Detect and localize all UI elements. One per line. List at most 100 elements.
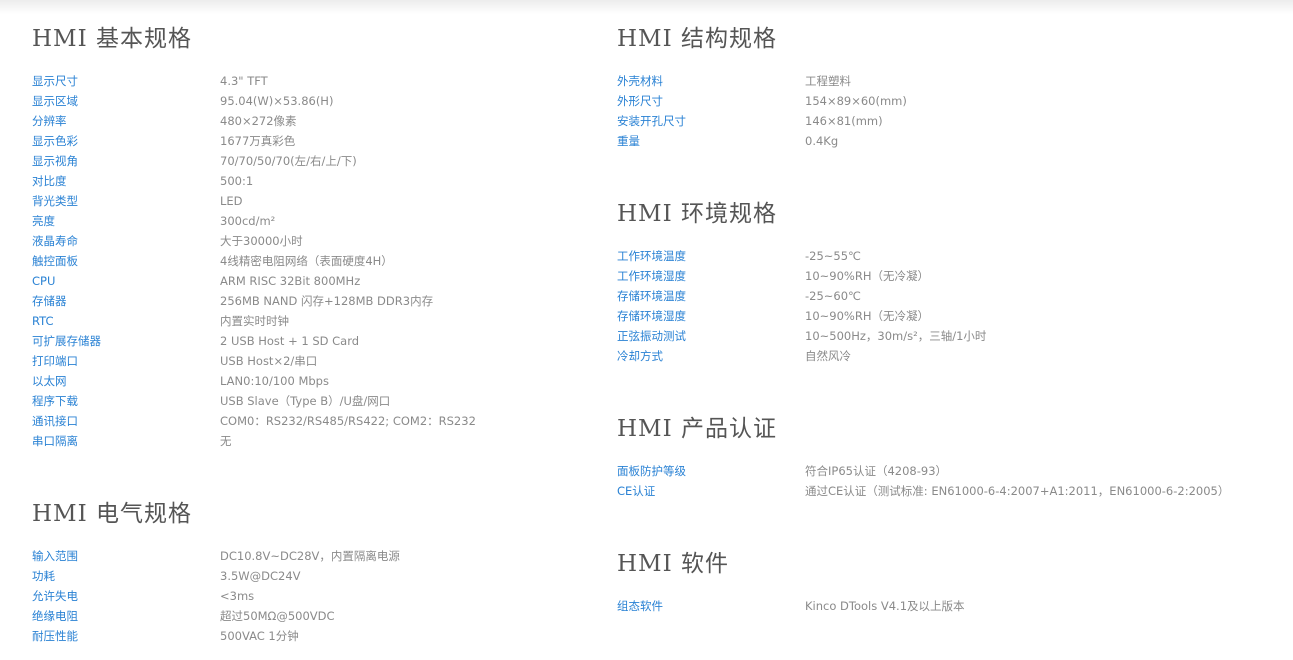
spec-row: 重量 0.4Kg bbox=[617, 131, 838, 151]
spec-label: 打印端口 bbox=[32, 354, 78, 368]
spec-row: 程序下载 USB Slave（Type B）/U盘/网口 bbox=[32, 391, 390, 411]
spec-value: 480×272像素 bbox=[220, 114, 297, 128]
spec-label: 存储器 bbox=[32, 294, 67, 308]
spec-label: RTC bbox=[32, 314, 54, 328]
spec-value: COM0：RS232/RS485/RS422; COM2：RS232 bbox=[220, 414, 476, 428]
spec-value: 2 USB Host + 1 SD Card bbox=[220, 334, 360, 348]
spec-label: CE认证 bbox=[617, 484, 656, 498]
spec-list: 外壳材料 工程塑料 外形尺寸 154×89×60(mm) 安装开孔尺寸 146×81(mm… bbox=[617, 71, 907, 151]
spec-label: 分辨率 bbox=[32, 114, 67, 128]
spec-value: 500:1 bbox=[220, 174, 254, 188]
spec-label: 显示尺寸 bbox=[32, 74, 78, 88]
spec-value: -25~60℃ bbox=[805, 289, 861, 303]
section-title: HMI 产品认证 bbox=[617, 416, 778, 442]
spec-value: 内置实时时钟 bbox=[220, 314, 289, 328]
spec-list: 工作环境温度 -25~55℃ 工作环境湿度 10~90%RH（无冷凝） 存储环境温度 -2… bbox=[617, 246, 986, 366]
spec-value: 154×89×60(mm) bbox=[805, 94, 907, 108]
spec-list: 组态软件 Kinco DTools V4.1及以上版本 bbox=[617, 596, 965, 616]
spec-row: 存储环境湿度 10~90%RH（无冷凝） bbox=[617, 306, 929, 326]
spec-label: 工作环境湿度 bbox=[617, 269, 686, 283]
spec-label: 串口隔离 bbox=[32, 434, 78, 448]
section-title: HMI 基本规格 bbox=[32, 26, 193, 52]
spec-row: 显示视角 70/70/50/70(左/右/上/下) bbox=[32, 151, 357, 171]
spec-value: 10~90%RH（无冷凝） bbox=[805, 309, 929, 323]
spec-row: 分辨率 480×272像素 bbox=[32, 111, 297, 131]
spec-row: 背光类型 LED bbox=[32, 191, 243, 211]
spec-value: 10~500Hz，30m/s²，三轴/1小时 bbox=[805, 329, 987, 343]
spec-row: 存储器 256MB NAND 闪存+128MB DDR3内存 bbox=[32, 291, 433, 311]
spec-row: 耐压性能 500VAC 1分钟 bbox=[32, 626, 299, 646]
spec-row: 亮度 300cd/m² bbox=[32, 211, 275, 231]
spec-value: ARM RISC 32Bit 800MHz bbox=[220, 274, 361, 288]
spec-row: 显示尺寸 4.3" TFT bbox=[32, 71, 268, 91]
spec-value: 10~90%RH（无冷凝） bbox=[805, 269, 929, 283]
spec-row: CPU ARM RISC 32Bit 800MHz bbox=[32, 271, 360, 291]
spec-label: 通讯接口 bbox=[32, 414, 78, 428]
spec-label: 显示色彩 bbox=[32, 134, 78, 148]
spec-row: 工作环境湿度 10~90%RH（无冷凝） bbox=[617, 266, 929, 286]
spec-row: 冷却方式 自然风冷 bbox=[617, 346, 851, 366]
spec-label: 显示视角 bbox=[32, 154, 78, 168]
spec-label: 液晶寿命 bbox=[32, 234, 78, 248]
section-title: HMI 环境规格 bbox=[617, 201, 778, 227]
section-title: HMI 电气规格 bbox=[32, 501, 193, 527]
spec-label: 可扩展存储器 bbox=[32, 334, 101, 348]
spec-row: 液晶寿命 大于30000小时 bbox=[32, 231, 303, 251]
spec-row: 组态软件 Kinco DTools V4.1及以上版本 bbox=[617, 596, 965, 616]
section-structure-specs: HMI 结构规格 外壳材料 工程塑料 外形尺寸 154×89×60(mm) 安装开孔尺寸… bbox=[617, 24, 907, 151]
spec-value: DC10.8V~DC28V，内置隔离电源 bbox=[220, 549, 400, 563]
spec-label: 背光类型 bbox=[32, 194, 78, 208]
spec-value: 超过50MΩ@500VDC bbox=[220, 609, 335, 623]
spec-label: 组态软件 bbox=[617, 599, 663, 613]
spec-row: RTC 内置实时时钟 bbox=[32, 311, 289, 331]
spec-row: 显示区域 95.04(W)×53.86(H) bbox=[32, 91, 333, 111]
spec-value: 70/70/50/70(左/右/上/下) bbox=[220, 154, 357, 168]
spec-value: 通过CE认证（测试标准: EN61000-6-4:2007+A1:2011，EN… bbox=[805, 484, 1230, 498]
spec-label: 功耗 bbox=[32, 569, 55, 583]
spec-label: 程序下载 bbox=[32, 394, 78, 408]
section-basic-specs: HMI 基本规格 显示尺寸 4.3" TFT 显示区域 95.04(W)×53.86(… bbox=[32, 24, 476, 451]
spec-value: -25~55℃ bbox=[805, 249, 861, 263]
spec-row: 打印端口 USB Host×2/串口 bbox=[32, 351, 317, 371]
spec-row: 显示色彩 1677万真彩色 bbox=[32, 131, 295, 151]
spec-value: USB Slave（Type B）/U盘/网口 bbox=[220, 394, 391, 408]
spec-row: 安装开孔尺寸 146×81(mm) bbox=[617, 111, 883, 131]
spec-list: 输入范围 DC10.8V~DC28V，内置隔离电源功耗 3.5W@DC24V 允许失电… bbox=[32, 546, 400, 646]
spec-value: 符合IP65认证（4208-93） bbox=[805, 464, 948, 478]
spec-row: 外壳材料 工程塑料 bbox=[617, 71, 851, 91]
spec-value: 1677万真彩色 bbox=[220, 134, 296, 148]
spec-label: 正弦振动测试 bbox=[617, 329, 686, 343]
spec-row: 输入范围 DC10.8V~DC28V，内置隔离电源 bbox=[32, 546, 400, 566]
spec-label: 重量 bbox=[617, 134, 640, 148]
section-title: HMI 软件 bbox=[617, 551, 730, 577]
section-software: HMI 软件 组态软件 Kinco DTools V4.1及以上版本 bbox=[617, 549, 965, 616]
spec-label: 允许失电 bbox=[32, 589, 78, 603]
spec-value: 95.04(W)×53.86(H) bbox=[220, 94, 334, 108]
spec-value: 256MB NAND 闪存+128MB DDR3内存 bbox=[220, 294, 434, 308]
section-electrical-specs: HMI 电气规格 输入范围 DC10.8V~DC28V，内置隔离电源功耗 3.5W@… bbox=[32, 499, 400, 646]
spec-value: 自然风冷 bbox=[805, 349, 851, 363]
spec-row: 功耗 3.5W@DC24V bbox=[32, 566, 301, 586]
spec-label: 输入范围 bbox=[32, 549, 78, 563]
spec-label: 冷却方式 bbox=[617, 349, 663, 363]
spec-value: 0.4Kg bbox=[805, 134, 839, 148]
spec-label: 存储环境温度 bbox=[617, 289, 686, 303]
section-title: HMI 结构规格 bbox=[617, 26, 778, 52]
section-certification: HMI 产品认证 面板防护等级 符合IP65认证（4208-93） CE认证 通过CE… bbox=[617, 414, 1229, 501]
spec-label: 外壳材料 bbox=[617, 74, 663, 88]
spec-row: 正弦振动测试 10~500Hz，30m/s²，三轴/1小时 bbox=[617, 326, 986, 346]
spec-value: <3ms bbox=[220, 589, 255, 603]
spec-value: 300cd/m² bbox=[220, 214, 276, 228]
spec-value: 500VAC 1分钟 bbox=[220, 629, 299, 643]
spec-value: Kinco DTools V4.1及以上版本 bbox=[805, 599, 965, 613]
spec-label: 亮度 bbox=[32, 214, 55, 228]
spec-label: 安装开孔尺寸 bbox=[617, 114, 686, 128]
spec-row: 可扩展存储器 2 USB Host + 1 SD Card bbox=[32, 331, 359, 351]
spec-label: 存储环境湿度 bbox=[617, 309, 686, 323]
spec-row: 面板防护等级 符合IP65认证（4208-93） bbox=[617, 461, 947, 481]
spec-value: 3.5W@DC24V bbox=[220, 569, 301, 583]
spec-label: 工作环境温度 bbox=[617, 249, 686, 263]
spec-row: 通讯接口 COM0：RS232/RS485/RS422; COM2：RS232 bbox=[32, 411, 476, 431]
spec-value: 4线精密电阻网络（表面硬度4H） bbox=[220, 254, 393, 268]
spec-value: LAN0:10/100 Mbps bbox=[220, 374, 329, 388]
